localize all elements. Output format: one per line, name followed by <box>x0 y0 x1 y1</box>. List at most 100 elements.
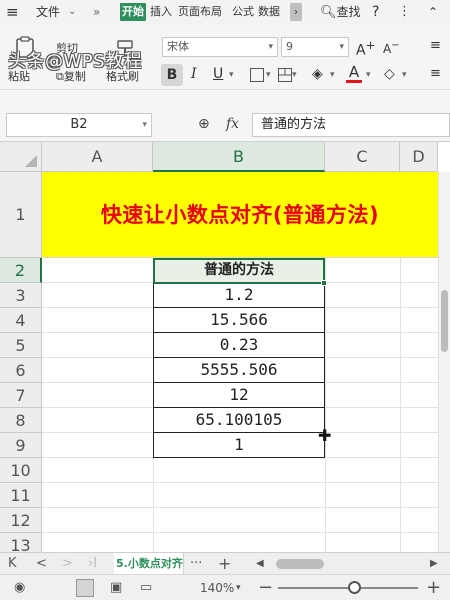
value-cell[interactable]: 5555.506 <box>153 358 325 383</box>
border-icon[interactable] <box>250 68 264 82</box>
sheet-tab-active[interactable]: 5.小数点对齐 <box>114 553 184 574</box>
value-cell[interactable]: 12 <box>153 383 325 408</box>
font-color-button[interactable]: A <box>346 64 362 83</box>
tab-formula[interactable]: 公式 <box>232 0 254 24</box>
clear-format-icon[interactable]: ◇ <box>384 66 395 82</box>
value-cell[interactable]: 15.566 <box>153 308 325 333</box>
bold-button[interactable]: B <box>161 64 183 86</box>
zoom-chevron-down-icon[interactable]: ▾ <box>236 575 241 600</box>
row-header-7[interactable]: 7 <box>0 383 42 408</box>
align-left-icon[interactable]: ≡ <box>430 66 441 81</box>
last-sheet-button[interactable]: ›I <box>88 553 97 574</box>
zoom-magnifier-icon[interactable]: ⊕ <box>198 116 210 132</box>
zoom-level[interactable]: 140% <box>200 575 234 600</box>
fill-handle[interactable] <box>321 280 327 286</box>
add-sheet-button[interactable]: + <box>218 553 231 574</box>
merge-chevron-down-icon[interactable]: ▾ <box>292 70 297 80</box>
zoom-in-button[interactable]: + <box>426 575 441 600</box>
file-menu[interactable]: 文件 <box>36 0 60 24</box>
underline-chevron-down-icon[interactable]: ▾ <box>229 70 234 80</box>
font-color-chevron-down-icon[interactable]: ▾ <box>366 70 371 80</box>
column-header-b[interactable]: B <box>153 142 325 172</box>
font-size-select[interactable]: 9 ▾ <box>281 37 349 57</box>
align-top-icon[interactable]: ≡ <box>430 38 441 53</box>
more-sheets-icon[interactable]: ··· <box>190 553 202 574</box>
value-cell[interactable]: 65.100105 <box>153 408 325 433</box>
zoom-slider-handle[interactable] <box>348 581 361 594</box>
normal-view-icon[interactable] <box>76 579 94 597</box>
horizontal-scroll-thumb[interactable] <box>276 559 324 569</box>
row-header-1[interactable]: 1 <box>0 172 42 258</box>
more-menu-icon[interactable]: » <box>93 0 100 24</box>
row-header-2[interactable]: 2 <box>0 258 42 283</box>
border-chevron-down-icon[interactable]: ▾ <box>266 70 271 80</box>
menu-bar: ≡ 文件 ⌄ » 开始 插入 页面布局 公式 数据 › 🔍︎查找 ? ⋮ ⌃ <box>0 0 450 24</box>
italic-button[interactable]: I <box>191 66 197 82</box>
font-name-select[interactable]: 宋体 ▾ <box>162 37 278 57</box>
value-cell[interactable]: 1 <box>153 433 325 458</box>
row-header-3[interactable]: 3 <box>0 283 42 308</box>
underline-button[interactable]: U <box>213 66 223 82</box>
column-header-d[interactable]: D <box>400 142 438 172</box>
watermark: 头条@WPS教程 <box>8 51 143 72</box>
row-header-5[interactable]: 5 <box>0 333 42 358</box>
formula-input[interactable]: 普通的方法 <box>252 113 450 137</box>
spreadsheet-grid[interactable]: ABCD 1 2 3 4 5 6 7 8 9 10 11 12 13 快速让小数点对齐(普通方法) 普通… <box>0 142 450 552</box>
prev-sheet-button[interactable]: < <box>36 553 47 574</box>
font-name-value: 宋体 <box>167 40 189 53</box>
fill-chevron-down-icon[interactable]: ▾ <box>330 70 335 80</box>
formula-bar: B2 ▾ ⊕ fx 普通的方法 <box>0 110 450 142</box>
row-header-13[interactable]: 13 <box>0 533 42 552</box>
select-all-corner[interactable] <box>0 142 42 172</box>
tab-scroll-right-icon[interactable]: › <box>290 3 302 21</box>
page-layout-view-icon[interactable]: ▭ <box>140 575 152 600</box>
value-cell[interactable]: 1.2 <box>153 283 325 308</box>
tab-start[interactable]: 开始 <box>120 3 146 21</box>
merge-cells-icon[interactable] <box>278 68 292 82</box>
chevron-down-icon[interactable]: ▾ <box>142 114 147 136</box>
tab-page-layout[interactable]: 页面布局 <box>178 0 222 24</box>
row-header-10[interactable]: 10 <box>0 458 42 483</box>
search-button[interactable]: 🔍︎查找 <box>320 0 361 24</box>
search-label: 查找 <box>336 5 361 19</box>
zoom-out-button[interactable]: − <box>258 575 273 600</box>
tab-insert[interactable]: 插入 <box>150 0 172 24</box>
chevron-down-icon: ▾ <box>339 42 344 52</box>
row-header-11[interactable]: 11 <box>0 483 42 508</box>
chevron-down-icon: ▾ <box>268 42 273 52</box>
row-header-12[interactable]: 12 <box>0 508 42 533</box>
row-header-6[interactable]: 6 <box>0 358 42 383</box>
scroll-right-icon[interactable]: ▶ <box>430 553 438 574</box>
name-box[interactable]: B2 ▾ <box>6 113 152 137</box>
table-header-cell[interactable]: 普通的方法 <box>153 258 325 284</box>
row-header-8[interactable]: 8 <box>0 408 42 433</box>
insert-function-button[interactable]: fx <box>226 116 239 132</box>
first-sheet-button[interactable]: K <box>8 553 17 574</box>
status-bar: ◉ ▣ ▭ 140% ▾ − + <box>0 574 450 600</box>
eye-protection-icon[interactable]: ◉ <box>14 575 25 600</box>
file-menu-caret-icon[interactable]: ⌄ <box>68 0 76 24</box>
row-header-4[interactable]: 4 <box>0 308 42 333</box>
vertical-scroll-thumb[interactable] <box>441 290 448 352</box>
increase-font-size-button[interactable]: A+ <box>356 38 375 59</box>
gridline-horizontal <box>42 482 438 483</box>
page-break-view-icon[interactable]: ▣ <box>110 575 122 600</box>
column-header-a[interactable]: A <box>42 142 153 172</box>
scroll-left-icon[interactable]: ◀ <box>256 553 264 574</box>
help-icon[interactable]: ? <box>372 0 379 24</box>
value-cell[interactable]: 0.23 <box>153 333 325 358</box>
cursor-cross-icon: ✚ <box>318 426 332 445</box>
collapse-ribbon-icon[interactable]: ⌃ <box>428 0 438 24</box>
menu-icon[interactable]: ≡ <box>6 0 19 24</box>
fill-color-icon[interactable]: ◈ <box>312 66 323 82</box>
tab-data[interactable]: 数据 <box>258 0 280 24</box>
next-sheet-button[interactable]: > <box>62 553 73 574</box>
title-merged-cell[interactable]: 快速让小数点对齐(普通方法) <box>42 172 438 258</box>
decrease-font-size-button[interactable]: A− <box>383 40 400 56</box>
clear-chevron-down-icon[interactable]: ▾ <box>402 70 407 80</box>
row-header-9[interactable]: 9 <box>0 433 42 458</box>
vertical-scrollbar[interactable] <box>438 172 450 552</box>
column-header-c[interactable]: C <box>325 142 400 172</box>
grow-font-icon: A <box>356 42 366 59</box>
more-options-icon[interactable]: ⋮ <box>398 0 411 24</box>
